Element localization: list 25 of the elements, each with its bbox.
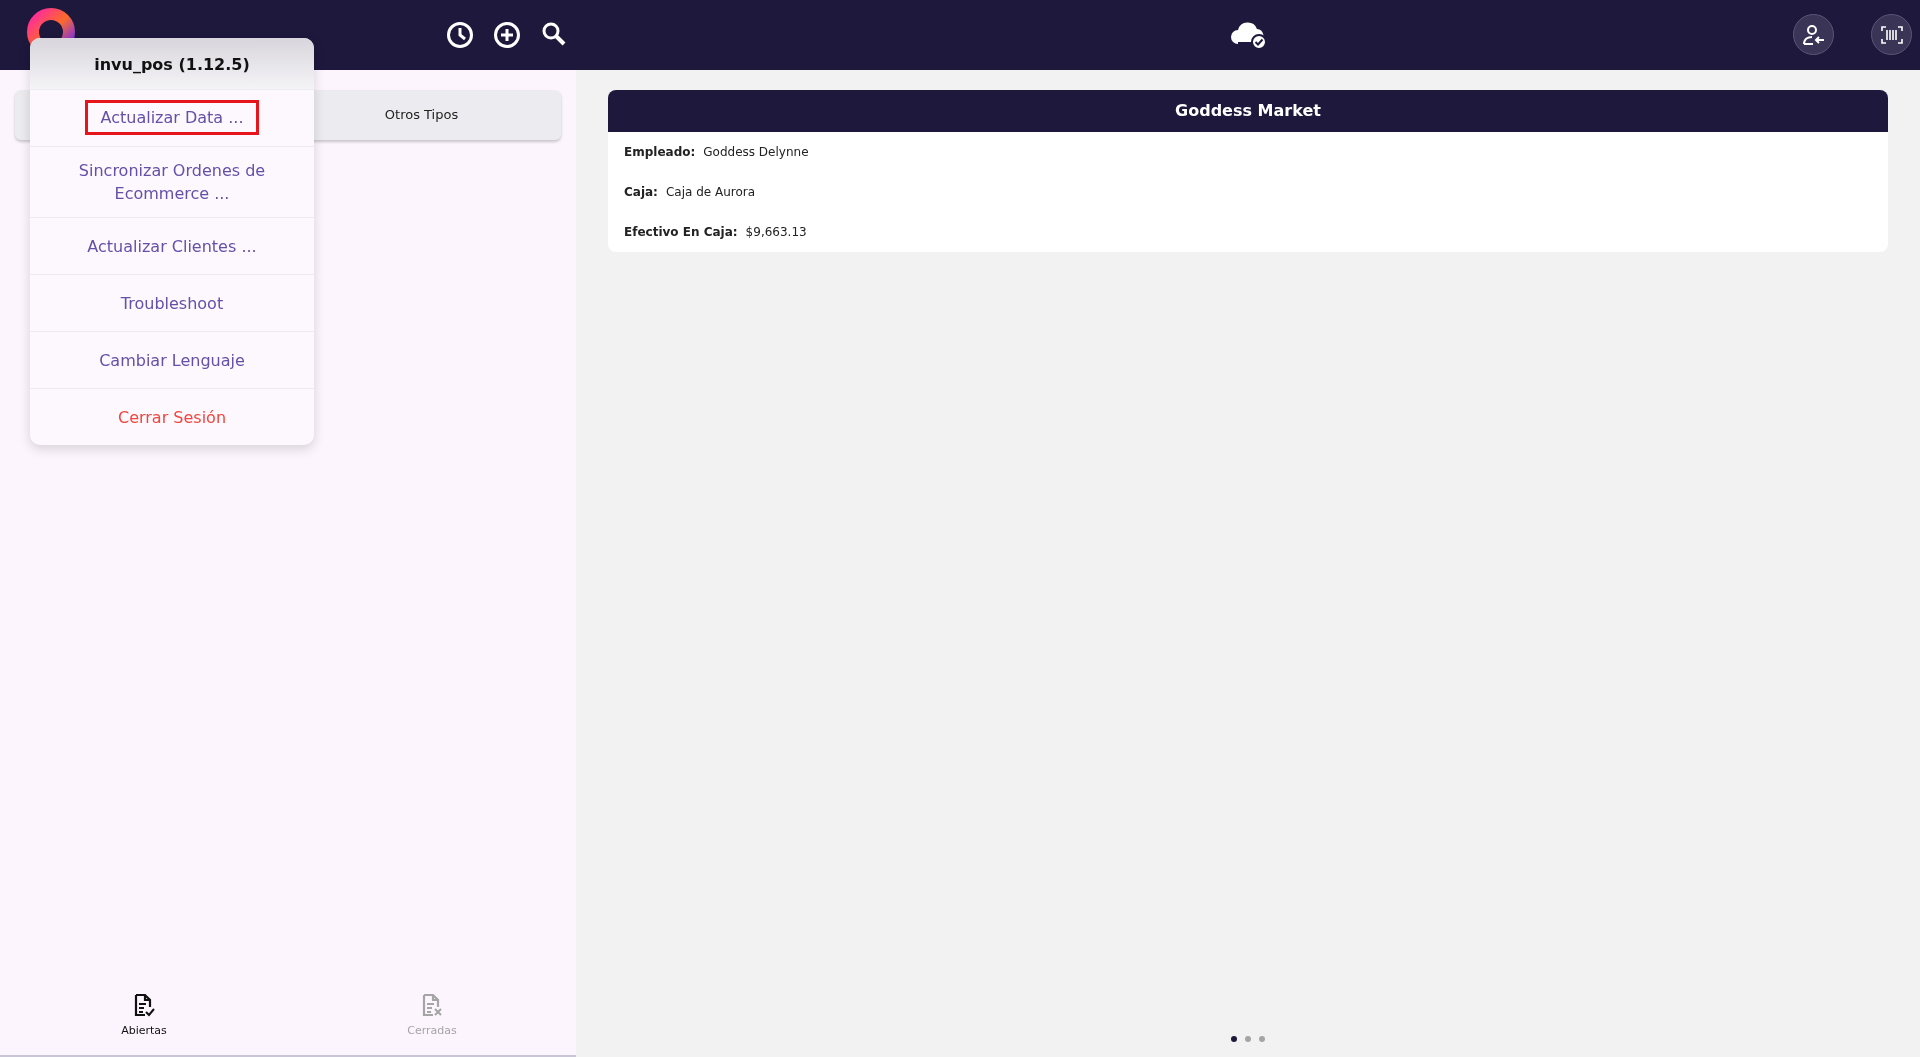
field-row-text: Caja: Caja de Aurora [623,184,757,201]
menu-item[interactable]: Cambiar Lenguaje [30,331,314,389]
document-cross-icon [421,993,443,1017]
document-check-icon [133,993,155,1017]
field-row-text: Efectivo En Caja: $9,663.13 [623,224,808,241]
barcode-icon [1880,25,1903,44]
menu-item[interactable]: Actualizar Clientes ... [30,217,314,275]
menu-title: invu_pos (1.12.5) [30,38,314,89]
search-icon[interactable] [541,21,567,47]
menu-item[interactable]: Cerrar Sesión [30,388,314,446]
clock-icon[interactable] [446,21,474,49]
page-dot[interactable] [1245,1036,1251,1042]
card-title: Goddess Market [608,90,1888,132]
menu-item[interactable]: Troubleshoot [30,274,314,332]
user-arrow-icon [1801,23,1826,46]
cloud-check-icon [1230,20,1268,50]
menu-item[interactable]: Sincronizar Ordenes de Ecommerce ... [30,146,314,218]
page-dot[interactable] [1231,1036,1237,1042]
nav-tab[interactable]: Abiertas [0,985,288,1055]
menu-item[interactable]: Actualizar Data ... [30,89,314,146]
user-switch-button[interactable] [1793,14,1834,55]
page-dot[interactable] [1259,1036,1265,1042]
field-row-text: Empleado: Goddess Delynne [623,144,810,161]
barcode-scan-button[interactable] [1871,14,1912,55]
add-icon[interactable] [493,21,521,49]
